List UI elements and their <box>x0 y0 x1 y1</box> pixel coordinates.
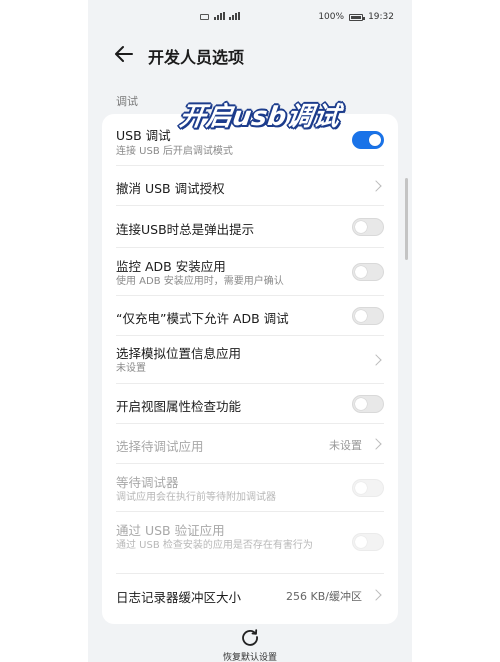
setting-subtitle: 调试应用会在执行前等待附加调试器 <box>116 492 276 503</box>
charge-only-adb-toggle[interactable] <box>352 307 384 325</box>
setting-subtitle: 通过 USB 检查安装的应用是否存在有害行为 <box>116 540 313 551</box>
signal-icon <box>214 12 225 20</box>
setting-mock-location-app[interactable]: 选择模拟位置信息应用 未设置 <box>102 336 398 384</box>
setting-usb-prompt[interactable]: 连接USB时总是弹出提示 <box>102 206 398 248</box>
setting-title: 开启视图属性检查功能 <box>116 399 242 414</box>
setting-title: 通过 USB 验证应用 <box>116 523 225 538</box>
setting-charge-only-adb[interactable]: “仅充电”模式下允许 ADB 调试 <box>102 296 398 336</box>
phone-screen: 100% 19:32 开发人员选项 调试 USB 调试 连接 USB 后开启调试… <box>88 0 412 662</box>
scrollbar[interactable] <box>405 178 408 260</box>
signal-icon-2 <box>229 12 240 20</box>
usb-debugging-toggle[interactable] <box>352 131 384 149</box>
section-label: 调试 <box>116 95 138 108</box>
setting-title: 撤消 USB 调试授权 <box>116 181 225 196</box>
view-attribute-toggle[interactable] <box>352 395 384 413</box>
setting-select-debug-app[interactable]: 选择待调试应用 未设置 <box>102 424 398 464</box>
setting-title: “仅充电”模式下允许 ADB 调试 <box>116 311 289 326</box>
sim-icon <box>200 14 209 20</box>
usb-prompt-toggle[interactable] <box>352 218 384 236</box>
battery-percent: 100% <box>318 12 345 22</box>
setting-subtitle: 未设置 <box>116 363 146 374</box>
setting-title: 等待调试器 <box>116 475 179 490</box>
overlay-caption: 开启usb调试 <box>177 102 342 132</box>
setting-logger-buffer-size[interactable]: 日志记录器缓冲区大小 256 KB/缓冲区 <box>102 574 398 616</box>
header: 开发人员选项 <box>88 36 412 76</box>
setting-subtitle: 使用 ADB 安装应用时，需要用户确认 <box>116 276 284 287</box>
back-arrow-icon[interactable] <box>112 42 136 66</box>
setting-title: 日志记录器缓冲区大小 <box>116 590 242 605</box>
status-bar: 100% 19:32 <box>88 0 412 36</box>
verify-apps-toggle[interactable] <box>352 533 384 551</box>
setting-value: 256 KB/缓冲区 <box>286 590 362 603</box>
setting-title: 连接USB时总是弹出提示 <box>116 222 255 237</box>
setting-value: 未设置 <box>329 439 362 452</box>
reset-defaults-label: 恢复默认设置 <box>222 653 277 662</box>
setting-title: 监控 ADB 安装应用 <box>116 259 226 274</box>
wait-debugger-toggle[interactable] <box>352 479 384 497</box>
setting-title: USB 调试 <box>116 128 171 143</box>
setting-monitor-adb-install[interactable]: 监控 ADB 安装应用 使用 ADB 安装应用时，需要用户确认 <box>102 248 398 296</box>
setting-verify-apps-usb[interactable]: 通过 USB 验证应用 通过 USB 检查安装的应用是否存在有害行为 <box>102 512 398 574</box>
setting-title: 选择待调试应用 <box>116 439 204 454</box>
setting-revoke-usb-auth[interactable]: 撤消 USB 调试授权 <box>102 166 398 206</box>
reset-icon <box>242 629 258 646</box>
page-title: 开发人员选项 <box>148 48 245 67</box>
setting-subtitle: 连接 USB 后开启调试模式 <box>116 146 233 157</box>
chevron-right-icon <box>370 438 382 450</box>
chevron-right-icon <box>370 589 382 601</box>
reset-defaults-button[interactable]: 恢复默认设置 <box>88 624 412 662</box>
setting-wait-for-debugger[interactable]: 等待调试器 调试应用会在执行前等待附加调试器 <box>102 464 398 512</box>
status-time: 19:32 <box>368 12 394 22</box>
chevron-right-icon <box>370 180 382 192</box>
monitor-adb-toggle[interactable] <box>352 263 384 281</box>
setting-view-attribute-inspection[interactable]: 开启视图属性检查功能 <box>102 384 398 424</box>
battery-icon <box>349 13 366 21</box>
setting-title: 选择模拟位置信息应用 <box>116 346 242 361</box>
chevron-right-icon <box>370 354 382 366</box>
settings-card: USB 调试 连接 USB 后开启调试模式 撤消 USB 调试授权 连接USB时… <box>102 114 398 624</box>
signal-indicators <box>200 12 240 20</box>
